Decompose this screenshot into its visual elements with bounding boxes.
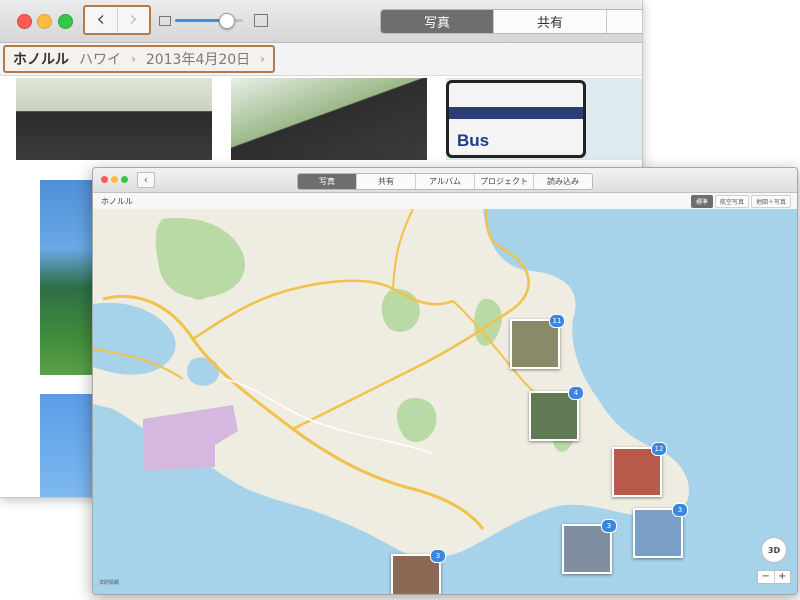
map-mode-hybrid[interactable]: 地図＋写真: [750, 195, 791, 208]
photo-pin[interactable]: 11: [510, 314, 565, 369]
location-title: ホノルル: [101, 197, 133, 206]
tab-shared[interactable]: 共有: [494, 10, 607, 33]
tab-photos[interactable]: 写真: [381, 10, 494, 33]
back-button[interactable]: ‹: [137, 172, 155, 188]
3d-view-button[interactable]: 3D: [761, 537, 787, 563]
bus-image: Bus: [446, 80, 586, 158]
breadcrumb-current[interactable]: ホノルル: [13, 49, 69, 69]
breadcrumb-parent[interactable]: ハワイ: [79, 49, 121, 69]
photo-pin[interactable]: 12: [612, 442, 667, 497]
tab-albums[interactable]: ア: [607, 10, 642, 33]
tab-projects[interactable]: プロジェクト: [475, 174, 534, 189]
zoom-out-button[interactable]: −: [758, 571, 775, 583]
legal-link[interactable]: 法的情報: [99, 579, 119, 586]
map-mode-satellite[interactable]: 航空写真: [714, 195, 749, 208]
back-button[interactable]: ‹: [85, 7, 117, 33]
photo-count-badge: 4: [568, 386, 584, 400]
tab-photos[interactable]: 写真: [298, 174, 357, 189]
chevron-right-icon: ›: [260, 52, 265, 66]
view-tabs: 写真 共有 アルバム プロジェクト 読み込み: [297, 173, 593, 190]
breadcrumb: ホノルル ハワイ › 2013年4月20日 ›: [3, 45, 275, 73]
photo-pin[interactable]: 4: [529, 386, 584, 441]
fullscreen-button[interactable]: [121, 176, 128, 183]
tab-import[interactable]: 読み込み: [534, 174, 592, 189]
photo-thumbnail[interactable]: [16, 78, 212, 160]
photo-pin[interactable]: 3: [391, 549, 446, 594]
breadcrumb-separator-icon: ›: [131, 52, 136, 66]
toolbar: ‹ 写真 共有 アルバム プロジェクト 読み込み: [93, 168, 797, 193]
photos-window-map: ‹ 写真 共有 アルバム プロジェクト 読み込み ホノルル 標準 航空写真 地図…: [92, 167, 798, 595]
zoom-in-button[interactable]: +: [775, 571, 791, 583]
map-graphic: [93, 209, 689, 558]
map-zoom-control: − +: [757, 570, 791, 584]
toolbar: ‹ › 写真 共有 ア: [0, 0, 642, 43]
nav-buttons: ‹ ›: [83, 5, 151, 35]
photo-count-badge: 3: [601, 519, 617, 533]
view-tabs: 写真 共有 ア: [380, 9, 642, 34]
photo-thumbnail[interactable]: Bus: [446, 78, 642, 160]
close-button[interactable]: [101, 176, 108, 183]
photo-count-badge: 11: [549, 314, 565, 328]
tab-shared[interactable]: 共有: [357, 174, 416, 189]
breadcrumb-date[interactable]: 2013年4月20日: [146, 49, 250, 69]
map-mode-standard[interactable]: 標準: [690, 195, 713, 208]
tab-albums[interactable]: アルバム: [416, 174, 475, 189]
photo-thumbnail[interactable]: [231, 78, 427, 160]
forward-button[interactable]: ›: [116, 7, 150, 33]
minimize-button[interactable]: [37, 14, 52, 29]
zoom-slider[interactable]: [175, 13, 243, 29]
small-thumbnail-icon: [159, 16, 171, 26]
photo-count-badge: 12: [651, 442, 667, 456]
fullscreen-button[interactable]: [58, 14, 73, 29]
photo-thumbnail[interactable]: [40, 394, 92, 497]
large-thumbnail-icon: [254, 14, 268, 27]
map-view[interactable]: 11 4 12 3 3 3: [93, 209, 797, 594]
photo-thumbnail[interactable]: [40, 180, 92, 375]
bus-label: Bus: [457, 131, 490, 150]
photo-count-badge: 3: [430, 549, 446, 563]
close-button[interactable]: [17, 14, 32, 29]
minimize-button[interactable]: [111, 176, 118, 183]
photo-count-badge: 3: [672, 503, 688, 517]
zoom-slider-knob[interactable]: [219, 13, 235, 29]
photo-pin[interactable]: 3: [562, 519, 617, 574]
location-bar: ホノルル 標準 航空写真 地図＋写真: [93, 193, 797, 210]
map-mode-switch: 標準 航空写真 地図＋写真: [690, 195, 791, 208]
location-bar: ホノルル ハワイ › 2013年4月20日 ›: [0, 43, 642, 76]
photo-pin[interactable]: 3: [633, 503, 688, 558]
